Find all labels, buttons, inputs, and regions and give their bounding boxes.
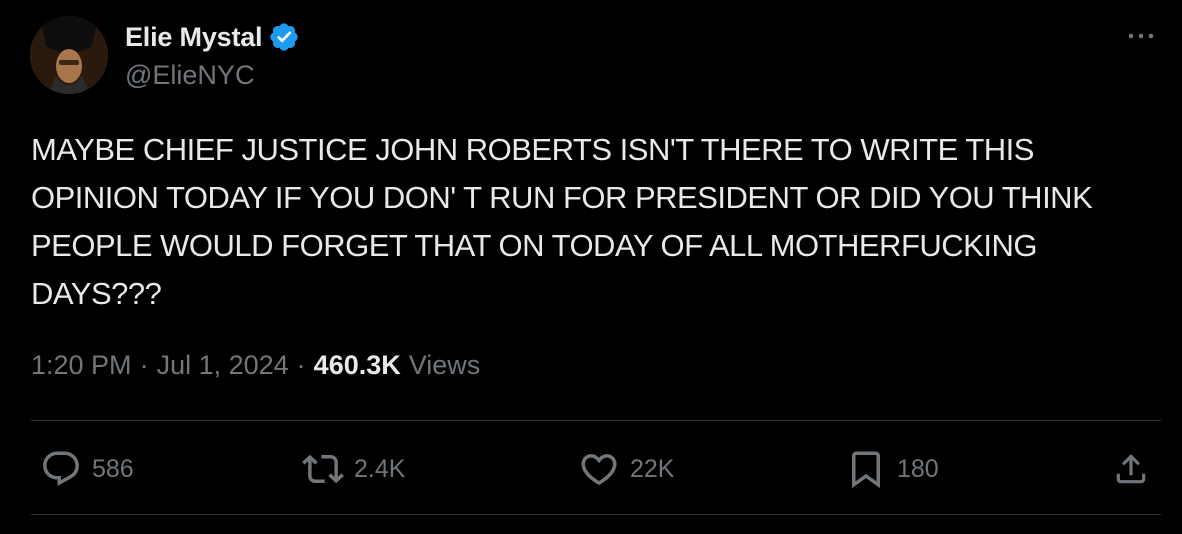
tweet-time[interactable]: 1:20 PM (31, 350, 132, 381)
like-button[interactable]: 22K (578, 446, 674, 492)
heart-icon (581, 454, 617, 486)
tweet-meta: 1:20 PM · Jul 1, 2024 · 460.3K Views (31, 350, 480, 381)
repost-icon (302, 454, 344, 484)
bookmark-icon (852, 451, 880, 489)
reply-icon (43, 451, 79, 486)
bookmark-count: 180 (897, 454, 939, 483)
divider (31, 420, 1161, 421)
meta-separator: · (139, 350, 149, 380)
like-count: 22K (630, 454, 675, 483)
action-bar: 586 2.4K 22K 180 (0, 446, 1182, 492)
repost-count: 2.4K (354, 454, 406, 483)
divider (31, 514, 1161, 515)
share-button[interactable] (1112, 446, 1150, 492)
tweet-text: MAYBE CHIEF JUSTICE JOHN ROBERTS ISN'T T… (31, 132, 1093, 311)
share-icon (1116, 454, 1146, 484)
author-handle[interactable]: @ElieNYC (125, 60, 254, 91)
repost-button[interactable]: 2.4K (302, 446, 405, 492)
verified-badge-icon[interactable] (268, 21, 300, 53)
tweet: Elie Mystal @ElieNYC MAYBE CHIEF JUSTICE… (0, 0, 1182, 534)
bookmark-button[interactable]: 180 (845, 446, 939, 492)
meta-separator: · (296, 350, 306, 380)
more-horizontal-icon[interactable] (1124, 26, 1158, 46)
views-label: Views (408, 350, 481, 380)
author-display-name[interactable]: Elie Mystal (125, 22, 263, 53)
author-name-row: Elie Mystal (125, 20, 300, 54)
reply-count: 586 (92, 454, 134, 483)
tweet-date[interactable]: Jul 1, 2024 (157, 350, 289, 381)
reply-button[interactable]: 586 (40, 446, 134, 492)
views-count[interactable]: 460.3K (314, 350, 401, 381)
avatar[interactable] (30, 16, 108, 94)
